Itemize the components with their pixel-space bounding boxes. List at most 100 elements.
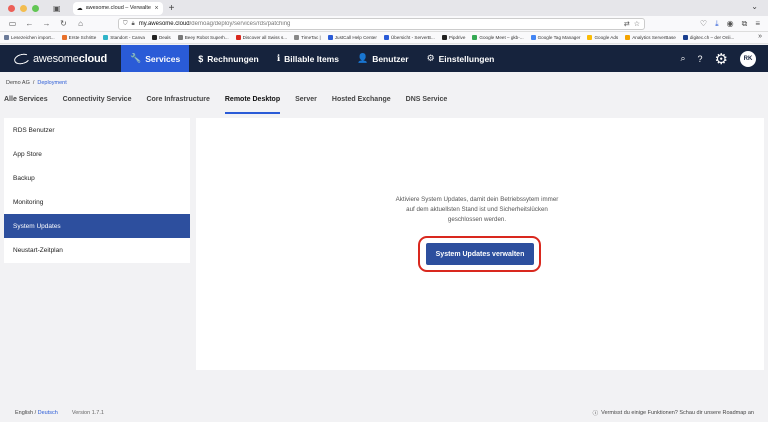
bookmark-item[interactable]: Übersicht - ServerB... [383,35,435,40]
extensions-icon[interactable]: ⧉ [742,19,748,29]
sidebar-item-neustart-zeitplan[interactable]: Neustart-Zeitplan [4,238,190,262]
bookmark-favicon-icon [4,35,9,40]
bookmark-item[interactable]: Beey Robot Superh... [177,35,229,40]
roadmap-text: Vermisst du einige Funktionen? Schau dir… [601,409,754,416]
nav-item-label: Einstellungen [438,53,495,64]
bookmark-item[interactable]: JustCall Help Center [327,35,377,40]
manage-system-updates-button[interactable]: System Updates verwalten [426,243,534,265]
bookmark-item[interactable]: Google Ads [587,35,618,40]
bookmark-label: Lesezeichen import... [11,35,55,40]
tab-remote-desktop[interactable]: Remote Desktop [224,96,281,114]
search-icon[interactable]: ⌕ [680,53,685,64]
bookmark-item[interactable]: Google Tag Manager [530,35,581,40]
logo-text-light: awesome [33,52,79,65]
forward-icon[interactable]: → [42,19,51,28]
bookmark-item[interactable]: Discover all Swiss s... [235,35,288,40]
language-english-link[interactable]: English [15,410,33,416]
header-actions: ⌕ ? ⚙ RK [680,45,756,72]
bookmarks-bar: Lesezeichen import... Erste Schritte Stand… [0,32,768,44]
nav-item-wrench[interactable]: 🔧 Services [121,45,190,72]
bookmarks-overflow-icon[interactable]: » [758,33,762,40]
new-tab-button[interactable]: + [169,3,175,14]
bookmark-star-icon[interactable]: ☆ [634,20,640,28]
lock-icon: 🔒︎ [131,20,135,27]
translate-icon[interactable]: ⇄ [624,20,630,28]
bookmark-item[interactable]: Lesezeichen import... [4,35,55,40]
avatar[interactable]: RK [740,50,756,67]
sidebar-item-monitoring[interactable]: Monitoring [4,190,190,214]
bookmark-item[interactable]: Google Meet – gkb-... [472,35,524,40]
language-switcher: English / Deutsch [15,410,58,416]
url-path: /demoag/deploy/services/rds/patching [189,21,291,27]
bookmark-favicon-icon [103,35,109,40]
breadcrumb: Demo AG / Deployment [6,80,67,86]
bookmark-favicon-icon [625,35,631,40]
nav-item-dollar[interactable]: $ Rechnungen [189,45,268,72]
dollar-icon: $ [198,53,204,64]
tab-connectivity-service[interactable]: Connectivity Service [63,96,132,114]
nav-item-label: Services [145,53,181,64]
tab-overview-icon[interactable]: ▣ [53,4,61,13]
bookmark-favicon-icon [151,35,157,40]
tab-hosted-exchange[interactable]: Hosted Exchange [332,96,391,114]
shield-icon: ⛉ [123,20,128,27]
bookmark-label: Discover all Swiss s... [242,35,288,40]
menu-icon[interactable]: ≡ [755,19,760,29]
browser-tab[interactable]: ☁ awesome.cloud – Verwalte dein × [72,1,163,15]
url-host: my.awesome.cloud [138,21,190,27]
home-icon[interactable]: ⌂ [76,19,85,28]
close-window-button[interactable] [8,4,15,12]
tab-dns-service[interactable]: DNS Service [406,96,448,114]
roadmap-link[interactable]: ⓘ Vermisst du einige Funktionen? Schau d… [593,409,754,417]
bookmark-item[interactable]: digitec.ch – der Onli... [682,35,734,40]
reload-icon[interactable]: ↻ [59,19,68,28]
logo-text-bold: cloud [78,52,108,65]
bookmark-favicon-icon [441,35,447,40]
help-icon[interactable]: ? [698,54,703,64]
bookmark-item[interactable]: Pipdrive [441,35,465,40]
awesome-cloud-logo[interactable]: awesome cloud [12,51,108,66]
tab-server[interactable]: Server [295,96,317,114]
breadcrumb-root[interactable]: Demo AG [6,80,30,86]
bookmark-item[interactable]: Deals [151,35,171,40]
gear-icon: ⚙ [426,53,435,63]
sidebar-item-app-store[interactable]: App Store [4,142,190,166]
bookmark-item[interactable]: Standort - Canva [103,35,145,40]
sidebar-item-rds-benutzer[interactable]: RDS Benutzer [4,118,190,142]
bookmark-label: Google Meet – gkb-... [479,35,524,40]
bookmark-favicon-icon [383,35,389,40]
breadcrumb-current[interactable]: Deployment [37,80,66,86]
back-icon[interactable]: ← [25,19,34,28]
sidebar-item-system-updates[interactable]: System Updates [4,214,190,238]
sidebar-item-backup[interactable]: Backup [4,166,190,190]
settings-gear-icon[interactable]: ⚙ [715,50,728,68]
nav-item-info[interactable]: ℹ Billable Items [268,45,348,72]
bookmark-label: Standort - Canva [110,35,145,40]
info-icon: ℹ [276,53,281,63]
chevron-down-icon[interactable]: ⌄ [751,2,758,11]
sidebar-toggle-icon[interactable]: ▭ [8,19,17,28]
bookmark-favicon-icon [327,35,333,40]
bookmark-item[interactable]: Erste Schritte [61,35,96,40]
nav-item-user[interactable]: 👤 Benutzer [348,45,418,72]
footer: English / Deutsch Version 1.7.1 ⓘ Vermis… [0,403,768,422]
service-tabs: Alle Services Connectivity Service Core In… [4,96,462,114]
tab-core-infrastructure[interactable]: Core Infrastructure [146,96,209,114]
tab-alle-services[interactable]: Alle Services [4,96,48,114]
download-icon[interactable]: ⤓ [715,19,719,29]
bookmark-label: Google Tag Manager [537,35,581,40]
close-tab-icon[interactable]: × [154,5,158,12]
nav-item-gear[interactable]: ⚙ Einstellungen [418,45,504,72]
nav-item-label: Billable Items [284,53,339,64]
language-german-link[interactable]: Deutsch [38,410,58,416]
wrench-icon: 🔧 [130,53,142,63]
address-bar[interactable]: ⛉ 🔒︎ my.awesome.cloud/demoag/deploy/serv… [118,18,645,30]
minimize-window-button[interactable] [20,4,27,12]
account-icon[interactable]: ◉ [727,19,734,29]
pocket-icon[interactable]: ♡ [700,19,707,29]
bookmark-item[interactable]: Analytics ServerBase [625,35,676,40]
maximize-window-button[interactable] [32,4,39,12]
version-label: Version 1.7.1 [71,409,104,416]
window-controls [8,4,39,12]
bookmark-item[interactable]: TimeTac | [294,35,321,40]
